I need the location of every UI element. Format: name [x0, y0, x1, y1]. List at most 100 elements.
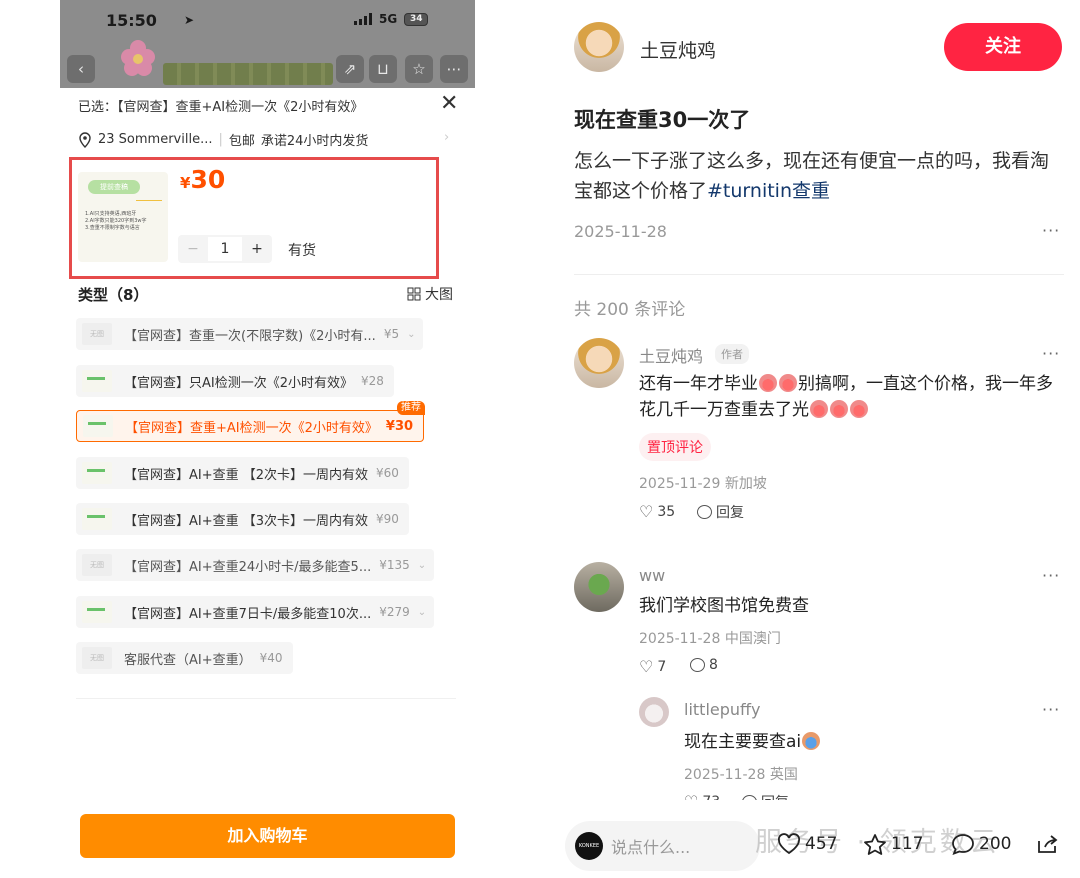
- comment-more-icon[interactable]: ···: [1042, 344, 1060, 363]
- option-price: ¥279: [379, 605, 410, 619]
- like-button[interactable]: 457: [777, 833, 837, 855]
- sku-option[interactable]: 无图 客服代查（AI+查重） ¥40: [76, 642, 293, 674]
- screenshot-composite: 15:50 ➤ 5G 34 ‹ ⇗ ⊔ ☆ ⋯ 已选：【官网查】查重+AI检测一…: [0, 0, 1080, 878]
- commenter-name[interactable]: 土豆炖鸡: [639, 343, 703, 367]
- option-label: 【官网查】AI+查重 【3次卡】一周内有效: [124, 513, 369, 529]
- option-price: ¥90: [376, 512, 399, 526]
- emoji-icon: [779, 374, 797, 392]
- replier-name[interactable]: littlepuffy: [684, 700, 761, 719]
- reply-icon: [697, 505, 712, 519]
- commenter-avatar[interactable]: [574, 338, 624, 388]
- sku-option[interactable]: 【官网查】查重+AI检测一次《2小时有效》 ¥30 推荐: [76, 401, 426, 442]
- location-pin-icon: [79, 131, 91, 148]
- comment-like[interactable]: ♡ 7: [639, 657, 666, 676]
- comment-like[interactable]: ♡ 35: [639, 502, 675, 521]
- status-indicators: 5G 34: [354, 12, 429, 26]
- comment-more-icon[interactable]: ···: [1042, 566, 1060, 585]
- author-avatar[interactable]: [574, 22, 624, 72]
- cart-icon[interactable]: ⊔: [369, 55, 397, 83]
- option-label: 客服代查（AI+查重）: [124, 652, 252, 668]
- option-thumbnail: [82, 370, 112, 392]
- comment-meta: 2025-11-28 中国澳门: [639, 631, 781, 647]
- commenter-name[interactable]: ww: [639, 566, 665, 585]
- post-tag-link[interactable]: #turnitin查重: [707, 180, 830, 202]
- chevron-down-icon: ⌄: [407, 328, 416, 340]
- taobao-sku-panel: 15:50 ➤ 5G 34 ‹ ⇗ ⊔ ☆ ⋯ 已选：【官网查】查重+AI检测一…: [60, 0, 475, 878]
- option-label: 【官网查】AI+查重 【2次卡】一周内有效: [124, 467, 369, 483]
- comment-reply[interactable]: 回复: [697, 502, 744, 522]
- sku-option[interactable]: 无图 【官网查】AI+查重24小时卡/最多能查5... ¥135 ⌄: [76, 549, 435, 581]
- option-thumbnail: [82, 508, 112, 530]
- reply-more-icon[interactable]: ···: [1042, 700, 1060, 719]
- option-label: 【官网查】查重一次(不限字数)《2小时有...: [124, 328, 376, 344]
- network-label: 5G: [379, 12, 398, 26]
- address-chevron-icon: ›: [444, 130, 450, 145]
- product-price: ¥30: [180, 165, 226, 194]
- sku-option[interactable]: 【官网查】AI+查重 【3次卡】一周内有效 ¥90: [76, 503, 409, 535]
- option-thumbnail: 无图: [82, 554, 112, 576]
- option-thumbnail: [82, 601, 112, 623]
- share-button[interactable]: [1035, 833, 1059, 855]
- option-price: ¥30: [385, 418, 414, 434]
- close-icon[interactable]: ✕: [440, 93, 458, 115]
- option-thumbnail: [83, 415, 113, 437]
- emoji-icon: [810, 400, 828, 418]
- signal-icon: [354, 13, 372, 25]
- star-icon[interactable]: ☆: [405, 55, 433, 83]
- location-arrow-icon: ➤: [184, 13, 195, 27]
- quantity-value[interactable]: 1: [208, 237, 242, 261]
- xhs-post-panel: 土豆炖鸡 关注 现在查重30一次了 怎么一下子涨了这么多，现在还有便宜一点的吗，…: [545, 0, 1080, 878]
- reply-text: 现在主要要查ai: [684, 729, 821, 755]
- collect-button[interactable]: 117: [863, 833, 923, 855]
- selected-summary: 已选：【官网查】查重+AI检测一次《2小时有效》: [78, 100, 364, 115]
- product-thumbnail[interactable]: 提前查稿 1.AI只支持英语,西班牙 2.AI字数只能320字到3w字 3.查重…: [78, 172, 168, 262]
- heart-icon: ♡: [639, 657, 654, 676]
- recommend-badge: 推荐: [397, 401, 426, 415]
- comment-input[interactable]: KONKEE 说点什么...: [565, 821, 760, 871]
- option-thumbnail: 无图: [82, 323, 112, 345]
- comment-count: 共 200 条评论: [574, 300, 686, 320]
- comment-replies[interactable]: 8: [690, 657, 718, 673]
- sku-option[interactable]: 【官网查】AI+查重 【2次卡】一周内有效 ¥60: [76, 457, 409, 489]
- share-icon[interactable]: ⇗: [336, 55, 364, 83]
- add-to-cart-button[interactable]: 加入购物车: [80, 814, 455, 858]
- sku-option[interactable]: 【官网查】只AI检测一次《2小时有效》 ¥28: [76, 365, 394, 397]
- decrease-button[interactable]: −: [178, 241, 208, 257]
- battery-icon: 34: [404, 12, 429, 26]
- reply-meta: 2025-11-28 英国: [684, 767, 798, 783]
- share-icon: [1038, 835, 1058, 853]
- follow-button[interactable]: 关注: [944, 23, 1062, 71]
- post-body: 怎么一下子涨了这么多，现在还有便宜一点的吗，我看淘宝都这个价格了#turniti…: [574, 150, 1050, 202]
- option-price: ¥60: [376, 466, 399, 480]
- dimmed-product-header: 15:50 ➤ 5G 34 ‹ ⇗ ⊔ ☆ ⋯: [60, 0, 475, 88]
- option-label: 【官网查】查重+AI检测一次《2小时有效》: [125, 420, 378, 436]
- address-row[interactable]: 23 Sommerville... | 包邮 承诺24小时内发货: [78, 130, 368, 149]
- comment-placeholder: 说点什么...: [611, 838, 691, 857]
- emoji-icon: [759, 374, 777, 392]
- grid-icon: [407, 287, 421, 301]
- comment-meta: 2025-11-29 新加坡: [639, 476, 767, 492]
- commenter-avatar[interactable]: [574, 562, 624, 612]
- more-icon[interactable]: ⋯: [440, 55, 468, 83]
- author-name[interactable]: 土豆炖鸡: [640, 36, 716, 63]
- sku-option[interactable]: 无图 【官网查】查重一次(不限字数)《2小时有... ¥5 ⌄: [76, 318, 424, 350]
- status-time: 15:50: [106, 11, 157, 30]
- option-label: 【官网查】AI+查重7日卡/最多能查10次...: [124, 606, 372, 622]
- emoji-icon: [802, 732, 821, 750]
- bottom-action-bar: KONKEE 说点什么... 服务号 · 领克数云 457 117 200: [545, 800, 1080, 878]
- replier-avatar[interactable]: [639, 697, 669, 727]
- post-more-icon[interactable]: ···: [1042, 221, 1060, 240]
- increase-button[interactable]: +: [242, 241, 272, 257]
- quantity-stepper[interactable]: − 1 +: [178, 235, 272, 263]
- option-price: ¥5: [383, 327, 400, 341]
- big-image-toggle[interactable]: 大图: [407, 284, 453, 304]
- option-label: 【官网查】AI+查重24小时卡/最多能查5...: [124, 559, 372, 575]
- sku-option[interactable]: 【官网查】AI+查重7日卡/最多能查10次... ¥279 ⌄: [76, 596, 435, 628]
- pinned-badge: 置顶评论: [639, 433, 711, 461]
- emoji-icon: [850, 400, 868, 418]
- comment-text: 我们学校图书馆免费查: [639, 596, 809, 616]
- heart-icon: ♡: [639, 502, 654, 521]
- comment-button[interactable]: 200: [951, 833, 1011, 855]
- back-icon[interactable]: ‹: [67, 55, 95, 83]
- chevron-down-icon: ⌄: [417, 606, 427, 618]
